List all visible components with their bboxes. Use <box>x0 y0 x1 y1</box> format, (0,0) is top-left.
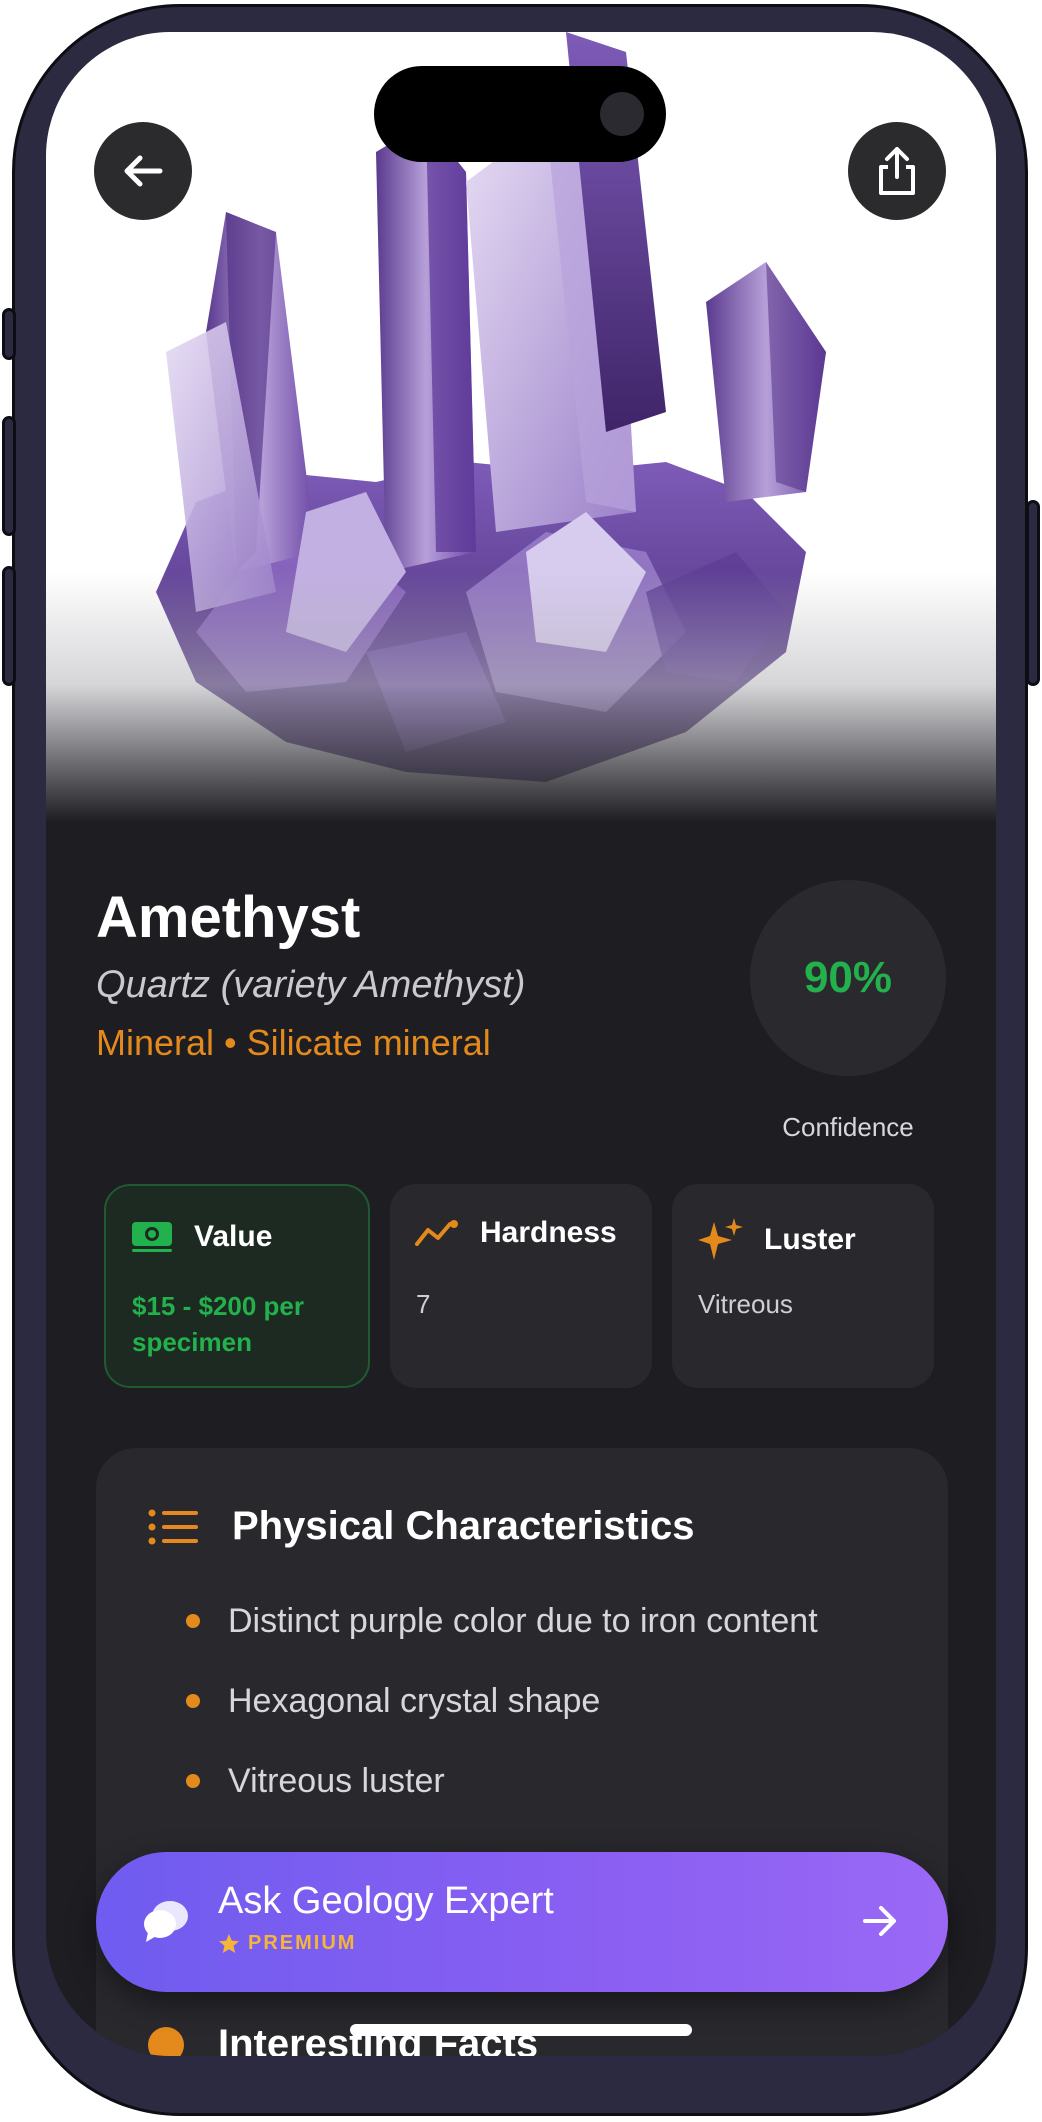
luster-card-header: Luster <box>696 1216 856 1264</box>
luster-card-label: Luster <box>764 1223 856 1256</box>
mute-switch <box>2 308 16 360</box>
back-button[interactable] <box>94 122 192 220</box>
hardness-card-value: 7 <box>416 1289 431 1319</box>
ask-expert-title: Ask Geology Expert <box>218 1880 554 1922</box>
dynamic-island <box>374 66 666 162</box>
money-icon <box>132 1222 172 1252</box>
physical-characteristics-header: Physical Characteristics <box>148 1504 694 1549</box>
confidence-value: 90% <box>803 953 893 1002</box>
hardness-card-label: Hardness <box>480 1216 617 1249</box>
scientific-name: Quartz (variety Amethyst) <box>96 964 526 1006</box>
value-card-value: $15 - $200 per specimen <box>132 1291 305 1357</box>
characteristics-list: Distinct purple color due to iron conten… <box>186 1596 848 1836</box>
volume-up-button <box>2 416 16 536</box>
specimen-name: Amethyst <box>96 885 361 950</box>
premium-badge: PREMIUM <box>218 1932 356 1955</box>
hardness-card-header: Hardness <box>414 1216 617 1250</box>
ask-expert-button[interactable]: Ask Geology Expert PREMIUM <box>96 1852 948 1992</box>
value-card-label: Value <box>194 1220 273 1253</box>
arrow-left-icon <box>124 155 163 187</box>
list-item: Hexagonal crystal shape <box>186 1676 848 1726</box>
hardness-card[interactable]: Hardness 7 <box>390 1184 652 1388</box>
hero-gradient <box>46 572 996 822</box>
share-icon <box>879 147 915 195</box>
app-screen: Amethyst Quartz (variety Amethyst) Miner… <box>46 32 996 2056</box>
list-item: Vitreous luster <box>186 1756 848 1806</box>
luster-card-value: Vitreous <box>698 1289 793 1319</box>
power-button <box>1026 500 1040 686</box>
confidence-label: Confidence <box>782 1112 914 1142</box>
volume-down-button <box>2 566 16 686</box>
luster-card[interactable]: Luster Vitreous <box>672 1184 934 1388</box>
confidence-badge: 90% <box>750 880 946 1076</box>
arrow-right-icon <box>863 1906 896 1936</box>
value-card[interactable]: Value $15 - $200 per specimen <box>104 1184 370 1388</box>
lightbulb-icon <box>148 2026 184 2056</box>
sparkle-icon <box>698 1218 743 1260</box>
list-item: Distinct purple color due to iron conten… <box>186 1596 848 1646</box>
value-card-header: Value <box>130 1218 272 1256</box>
camera-icon <box>600 92 644 136</box>
share-button[interactable] <box>848 122 946 220</box>
chat-bubbles-icon <box>144 1901 188 1942</box>
physical-characteristics-title: Physical Characteristics <box>232 1504 695 1548</box>
category-label: Mineral • Silicate mineral <box>96 1022 491 1063</box>
premium-label: PREMIUM <box>248 1932 357 1954</box>
home-indicator[interactable] <box>350 2024 692 2036</box>
trend-line-icon <box>415 1220 458 1246</box>
list-icon <box>148 1509 198 1544</box>
star-icon <box>219 1933 239 1953</box>
